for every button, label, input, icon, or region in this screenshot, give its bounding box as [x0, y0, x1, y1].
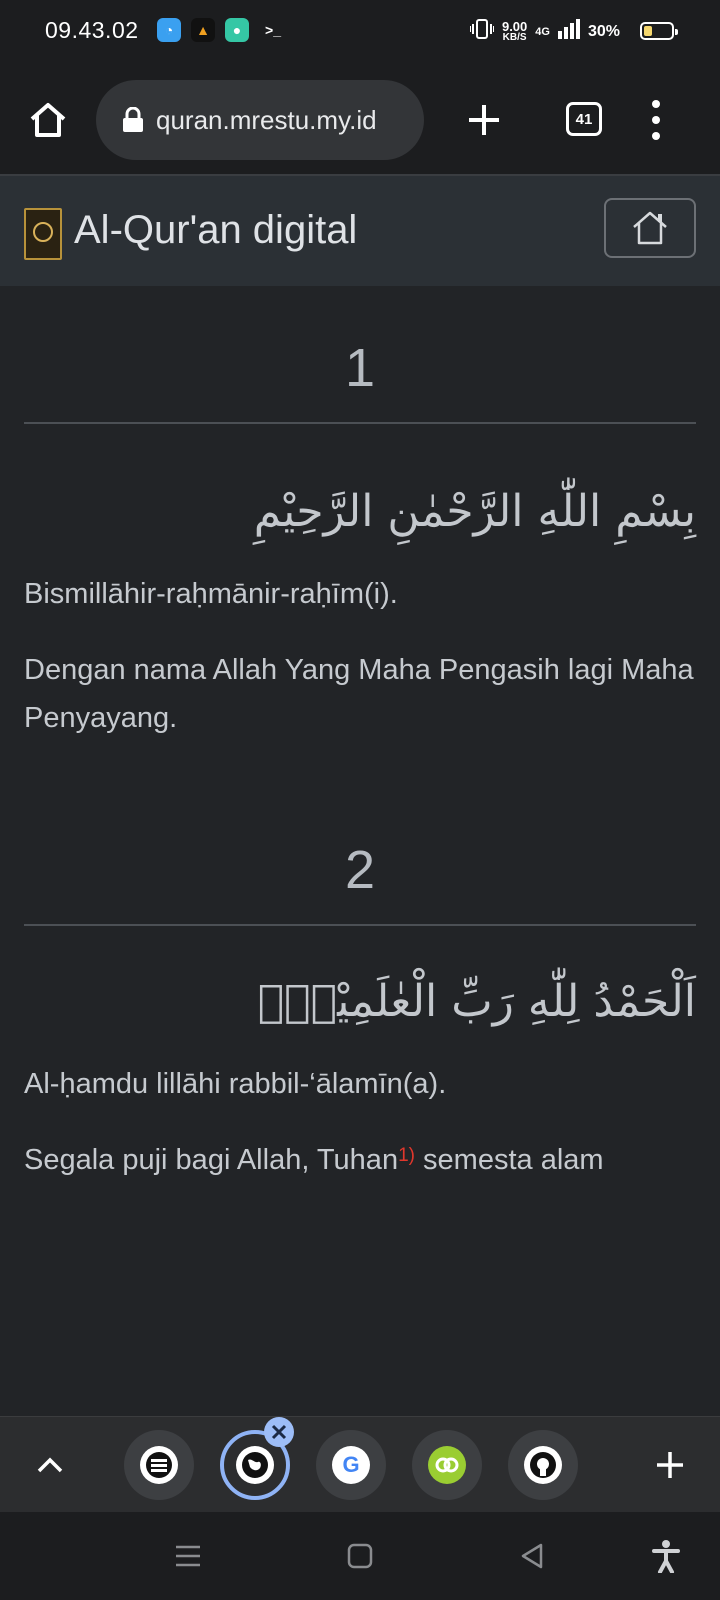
address-bar[interactable]: quran.mrestu.my.id — [96, 80, 424, 160]
verse-number: 1 — [344, 338, 376, 398]
site-title[interactable]: Al-Qur'an digital — [74, 208, 357, 253]
divider — [24, 924, 696, 926]
status-time: 09.43.02 — [45, 17, 139, 43]
close-tab-button[interactable] — [264, 1417, 294, 1447]
browser-toolbar: quran.mrestu.my.id 41 — [0, 64, 720, 174]
expand-tabs-button[interactable] — [32, 1447, 68, 1483]
vibrate-icon — [468, 18, 495, 45]
verse-item: 1 بِسْمِ اللّٰهِ الرَّحْمٰنِ الرَّحِيْمِ… — [24, 332, 696, 742]
verse-item: 2 اَلْحَمْدُ لِلّٰهِ رَبِّ الْعٰلَمِيْنَ… — [24, 834, 696, 1184]
home-icon — [30, 103, 66, 137]
verse-translation: Dengan nama Allah Yang Maha Pengasih lag… — [24, 654, 694, 734]
menu-dot — [652, 100, 660, 108]
accessibility-icon — [652, 1540, 680, 1573]
signal-icon — [557, 19, 580, 44]
verse-arabic: اَلْحَمْدُ لِلّٰهِ رَبِّ الْعٰلَمِيْنَۙ — [257, 976, 696, 1027]
footnote-link[interactable]: 1) — [398, 1145, 415, 1166]
translation-text: semesta alam — [414, 1144, 604, 1176]
add-shortcut-button[interactable] — [652, 1447, 688, 1483]
battery-percent: 30% — [587, 22, 620, 40]
new-tab-button[interactable] — [462, 98, 506, 142]
battery-level — [644, 26, 652, 36]
close-icon — [271, 1424, 287, 1440]
recent-apps-button[interactable] — [168, 1536, 208, 1576]
back-triangle-icon — [521, 1543, 543, 1569]
lock-icon — [123, 107, 143, 132]
plus-icon — [469, 105, 499, 135]
home-icon — [633, 211, 667, 245]
speed-value: 9.00 — [501, 18, 528, 34]
plus-icon — [657, 1452, 683, 1478]
translation-text: Segala puji bagi Allah, Tuhan — [24, 1144, 399, 1176]
site-home-button[interactable] — [604, 198, 696, 258]
shortcut-tab-github[interactable] — [508, 1430, 578, 1500]
menu-lines-icon — [176, 1545, 200, 1567]
network-speed: 9.00 KB/S — [501, 18, 528, 43]
app-triangle-icon: ▲ — [191, 18, 215, 42]
quran-logo[interactable] — [24, 208, 62, 260]
verse-translation: Segala puji bagi Allah, Tuhan1) semesta … — [24, 1136, 696, 1184]
chat-app-icon: ● — [225, 18, 249, 42]
terminal-icon: >_ — [265, 22, 281, 38]
site-navbar: Al-Qur'an digital — [0, 174, 720, 286]
shortcut-tab-google[interactable]: G — [316, 1430, 386, 1500]
link-app-icon — [428, 1446, 466, 1484]
status-bar: 09.43.02 ◔ ▲ ● >_ 9.00 KB/S 4G 30% — [0, 0, 720, 64]
home-nav-button[interactable] — [340, 1536, 380, 1576]
verse-latin: Bismillāhir-raḥmānir-raḥīm(i). — [24, 578, 398, 610]
back-button[interactable] — [512, 1536, 552, 1576]
network-type: 4G — [535, 25, 550, 38]
verse-arabic: بِسْمِ اللّٰهِ الرَّحْمٰنِ الرَّحِيْمِ — [253, 486, 696, 537]
url-text[interactable]: quran.mrestu.my.id — [156, 105, 377, 136]
verse-number: 2 — [344, 840, 376, 900]
site-icon — [140, 1446, 178, 1484]
browser-menu-button[interactable] — [650, 100, 662, 140]
accessibility-button[interactable] — [646, 1536, 686, 1576]
tab-shortcut-bar: G — [0, 1416, 720, 1513]
chevron-up-icon — [37, 1457, 63, 1473]
divider — [24, 422, 696, 424]
google-icon: G — [332, 1446, 370, 1484]
shortcut-tab-1[interactable] — [124, 1430, 194, 1500]
status-indicators: 9.00 KB/S 4G 30% — [468, 18, 662, 45]
tab-count: 41 — [575, 110, 593, 128]
globe-icon — [236, 1446, 274, 1484]
square-icon — [347, 1543, 373, 1569]
github-icon — [524, 1446, 562, 1484]
verse-latin: Al-ḥamdu lillāhi rabbil-‘ālamīn(a). — [24, 1068, 447, 1100]
verse-list: 1 بِسْمِ اللّٰهِ الرَّحْمٰنِ الرَّحِيْمِ… — [24, 286, 696, 1184]
bilibili-icon: ◔ — [157, 18, 181, 42]
speed-unit: KB/S — [502, 31, 527, 43]
menu-dot — [652, 116, 660, 124]
system-navigation-bar — [0, 1512, 720, 1600]
menu-dot — [652, 132, 660, 140]
status-notification-icons: ◔ ▲ ● >_ — [157, 18, 287, 42]
browser-home-button[interactable] — [22, 94, 74, 146]
tab-switcher-button[interactable]: 41 — [566, 102, 602, 136]
shortcut-tab-4[interactable] — [412, 1430, 482, 1500]
battery-icon — [640, 22, 678, 40]
